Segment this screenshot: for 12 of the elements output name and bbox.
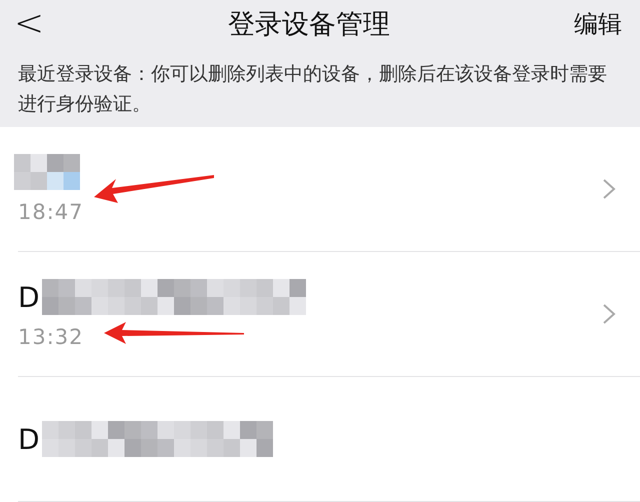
chevron-right-icon — [602, 303, 616, 325]
device-name: D — [18, 422, 40, 456]
device-row[interactable]: D 13:32 — [18, 252, 640, 377]
device-row[interactable]: D — [18, 377, 640, 502]
back-button[interactable]: < — [14, 6, 44, 42]
description-text: 最近登录设备：你可以删除列表中的设备，删除后在该设备登录时需要进行身份验证。 — [17, 62, 608, 117]
login-time: 18:47 — [18, 200, 84, 224]
edit-button[interactable]: 编辑 — [574, 8, 622, 40]
chevron-right-icon — [602, 178, 616, 200]
device-name: D — [18, 280, 40, 314]
page-title: 登录设备管理 — [228, 8, 390, 42]
login-time: 13:32 — [18, 325, 84, 349]
